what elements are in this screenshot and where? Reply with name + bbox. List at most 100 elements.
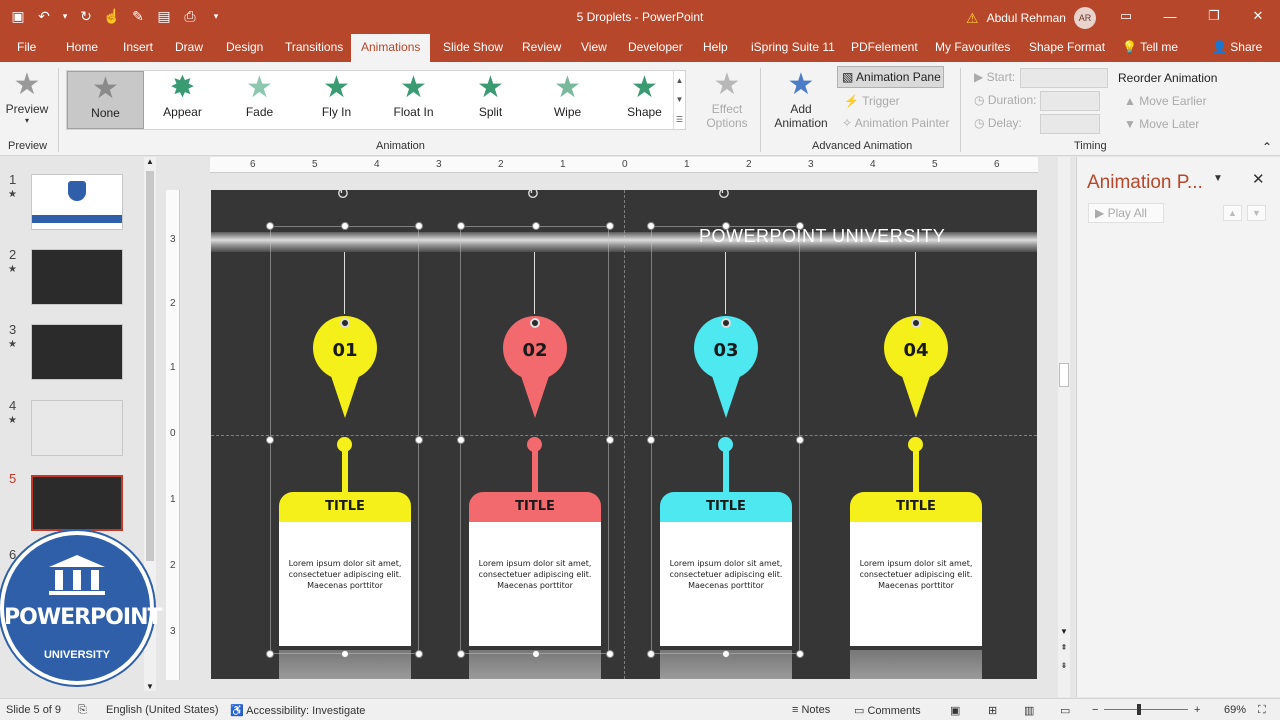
redo-icon[interactable]: ↻ bbox=[76, 6, 96, 26]
move-down-icon[interactable]: ▼ bbox=[1247, 205, 1266, 221]
zoom-slider-thumb[interactable] bbox=[1137, 704, 1141, 715]
resize-handle[interactable] bbox=[647, 222, 655, 230]
tab-insert[interactable]: Insert bbox=[123, 40, 153, 54]
rotate-handle-icon[interactable]: ↻ bbox=[336, 190, 349, 204]
play-all-button[interactable]: ▶ Play All bbox=[1088, 203, 1164, 223]
pane-options-icon[interactable]: ▼ bbox=[1213, 173, 1223, 184]
animation-painter-button[interactable]: ✧ Animation Painter bbox=[842, 116, 949, 130]
animation-pane-button[interactable]: ▧ Animation Pane bbox=[837, 66, 944, 88]
normal-view-icon[interactable]: ▣ bbox=[950, 704, 960, 717]
accessibility-checker[interactable]: ♿ Accessibility: Investigate bbox=[230, 704, 365, 717]
collapse-ribbon-icon[interactable]: ⌃ bbox=[1262, 140, 1272, 154]
tab-shape-format[interactable]: Shape Format bbox=[1029, 40, 1105, 54]
tab-pdfelement[interactable]: PDFelement bbox=[851, 40, 918, 54]
tell-me-search[interactable]: 💡 Tell me bbox=[1122, 40, 1178, 54]
zoom-slider[interactable] bbox=[1104, 704, 1188, 715]
zoom-out-icon[interactable]: − bbox=[1092, 704, 1098, 716]
resize-handle[interactable] bbox=[266, 650, 274, 658]
resize-handle[interactable] bbox=[457, 222, 465, 230]
notes-button[interactable]: ≡ Notes bbox=[792, 704, 830, 716]
touch-mode-icon[interactable]: ☝ bbox=[102, 6, 122, 26]
delay-field[interactable] bbox=[1040, 114, 1100, 134]
reading-view-icon[interactable]: ▥ bbox=[1024, 704, 1034, 717]
editor-scrollbar[interactable]: ▼ ⇞ ⇟ bbox=[1058, 157, 1070, 697]
minimize-button[interactable]: — bbox=[1148, 0, 1192, 32]
gallery-item-appear[interactable]: ✸ Appear bbox=[144, 71, 221, 129]
spelling-icon[interactable]: ⎘ bbox=[78, 704, 87, 717]
tab-developer[interactable]: Developer bbox=[628, 40, 683, 54]
comments-button[interactable]: ▭ Comments bbox=[854, 704, 921, 717]
customize-qat-icon[interactable]: ▾ bbox=[206, 6, 226, 26]
slide-sorter-icon[interactable]: ⊞ bbox=[988, 704, 997, 717]
tab-ispring[interactable]: iSpring Suite 11 bbox=[751, 40, 835, 54]
slide-show-icon[interactable]: ▭ bbox=[1060, 704, 1070, 717]
fit-to-window-icon[interactable]: ⛶ bbox=[1258, 704, 1266, 717]
slide-canvas[interactable]: POWERPOINT UNIVERSITY 01 TITLE Lorem ips… bbox=[211, 190, 1037, 679]
rotate-handle-icon[interactable]: ↻ bbox=[526, 190, 539, 204]
resize-handle[interactable] bbox=[266, 436, 274, 444]
undo-dropdown-icon[interactable]: ▾ bbox=[60, 6, 70, 26]
gallery-item-shape[interactable]: ★ Shape bbox=[606, 71, 683, 129]
tab-draw[interactable]: Draw bbox=[175, 40, 203, 54]
gallery-item-wipe[interactable]: ★ Wipe bbox=[529, 71, 606, 129]
thumbnail-slide-4[interactable] bbox=[31, 400, 123, 456]
tab-home[interactable]: Home bbox=[66, 40, 98, 54]
move-earlier-button[interactable]: ▲ Move Earlier bbox=[1124, 94, 1207, 108]
move-later-button[interactable]: ▼ Move Later bbox=[1124, 117, 1199, 131]
resize-handle[interactable] bbox=[415, 222, 423, 230]
previous-slide-icon[interactable]: ⇞ bbox=[1058, 643, 1070, 652]
resize-handle[interactable] bbox=[341, 650, 349, 658]
trigger-button[interactable]: ⚡ Trigger bbox=[844, 94, 900, 108]
tab-file[interactable]: File bbox=[17, 40, 36, 54]
tab-review[interactable]: Review bbox=[522, 40, 561, 54]
preview-button[interactable]: ★ Preview ▾ bbox=[6, 68, 49, 125]
gallery-item-fade[interactable]: ★ Fade bbox=[221, 71, 298, 129]
resize-handle[interactable] bbox=[796, 222, 804, 230]
duration-field[interactable] bbox=[1040, 91, 1100, 111]
resize-handle[interactable] bbox=[606, 436, 614, 444]
tab-help[interactable]: Help bbox=[703, 40, 728, 54]
print-preview-icon[interactable]: ⎙ bbox=[180, 6, 200, 26]
resize-handle[interactable] bbox=[415, 650, 423, 658]
resize-handle[interactable] bbox=[606, 650, 614, 658]
thumbnail-slide-5[interactable] bbox=[31, 475, 123, 531]
tab-transitions[interactable]: Transitions bbox=[285, 40, 343, 54]
undo-icon[interactable]: ↶ bbox=[34, 6, 54, 26]
close-icon[interactable]: ✕ bbox=[1252, 170, 1265, 188]
resize-handle[interactable] bbox=[457, 436, 465, 444]
ribbon-display-icon[interactable]: ▭ bbox=[1104, 0, 1148, 32]
save-icon[interactable]: ▣ bbox=[8, 6, 28, 26]
scroll-thumb[interactable] bbox=[146, 171, 154, 561]
gallery-scrollbar[interactable]: ▲ ▼ ☰ bbox=[673, 71, 685, 129]
gallery-item-split[interactable]: ★ Split bbox=[452, 71, 529, 129]
presentation-icon[interactable]: ▤ bbox=[154, 6, 174, 26]
zoom-in-icon[interactable]: + bbox=[1194, 704, 1200, 716]
resize-handle[interactable] bbox=[341, 222, 349, 230]
rotate-handle-icon[interactable]: ↻ bbox=[717, 190, 730, 204]
tab-animations[interactable]: Animations bbox=[351, 34, 431, 62]
tab-view[interactable]: View bbox=[581, 40, 607, 54]
gallery-item-fly-in[interactable]: ★ Fly In bbox=[298, 71, 375, 129]
add-animation-button[interactable]: ★ Add Animation bbox=[768, 68, 834, 130]
start-dropdown[interactable] bbox=[1020, 68, 1108, 88]
zoom-level[interactable]: 69% bbox=[1224, 704, 1246, 716]
share-button[interactable]: 👤 Share bbox=[1212, 40, 1262, 54]
chevron-up-icon[interactable]: ▲ bbox=[144, 157, 156, 166]
resize-handle[interactable] bbox=[532, 650, 540, 658]
more-icon[interactable]: ☰ bbox=[676, 115, 683, 124]
resize-handle[interactable] bbox=[722, 650, 730, 658]
resize-handle[interactable] bbox=[457, 650, 465, 658]
chevron-down-icon[interactable]: ▼ bbox=[144, 682, 156, 691]
resize-handle[interactable] bbox=[796, 650, 804, 658]
tab-my-favourites[interactable]: My Favourites bbox=[935, 40, 1010, 54]
tab-design[interactable]: Design bbox=[226, 40, 263, 54]
resize-handle[interactable] bbox=[722, 222, 730, 230]
tab-slide-show[interactable]: Slide Show bbox=[443, 40, 503, 54]
thumbnail-slide-2[interactable] bbox=[31, 249, 123, 305]
resize-handle[interactable] bbox=[606, 222, 614, 230]
resize-handle[interactable] bbox=[532, 222, 540, 230]
gallery-item-none[interactable]: ★ None bbox=[67, 71, 144, 129]
scroll-thumb[interactable] bbox=[1059, 363, 1069, 387]
user-account[interactable]: ⚠ Abdul Rehman AR bbox=[966, 7, 1096, 29]
resize-handle[interactable] bbox=[647, 436, 655, 444]
